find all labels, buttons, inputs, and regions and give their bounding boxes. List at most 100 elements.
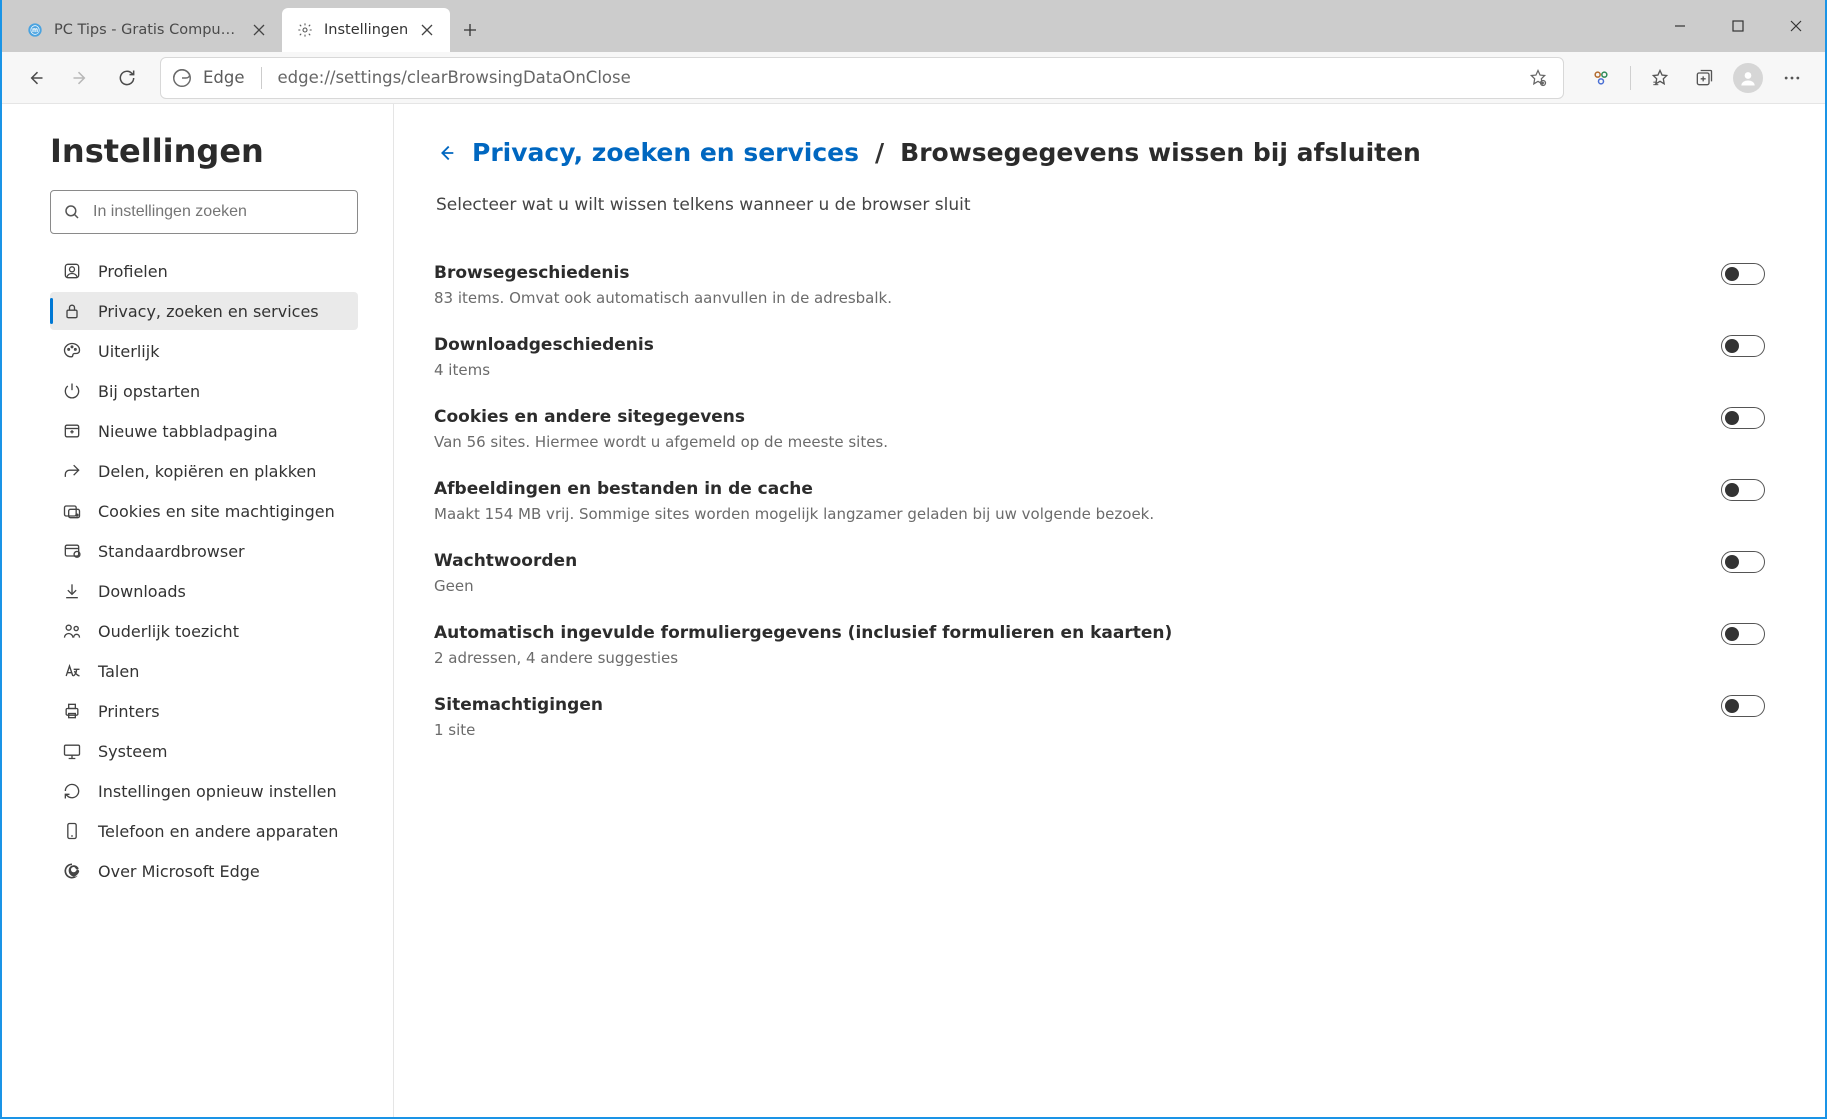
- nav-label: Privacy, zoeken en services: [98, 302, 319, 321]
- nav-label: Printers: [98, 702, 160, 721]
- refresh-button[interactable]: [106, 57, 148, 99]
- nav-label: Standaardbrowser: [98, 542, 245, 561]
- new-tab-button[interactable]: [450, 8, 490, 52]
- nav-family[interactable]: Ouderlijk toezicht: [50, 612, 358, 650]
- nav-profiles[interactable]: Profielen: [50, 252, 358, 290]
- window-controls: [1651, 0, 1825, 52]
- nav-label: Cookies en site machtigingen: [98, 502, 335, 521]
- favorites-button[interactable]: [1639, 57, 1681, 99]
- nav-phone[interactable]: Telefoon en andere apparaten: [50, 812, 358, 850]
- nav-label: Systeem: [98, 742, 168, 761]
- nav-privacy[interactable]: Privacy, zoeken en services: [50, 292, 358, 330]
- reset-icon: [62, 781, 82, 801]
- setting-description: Maakt 154 MB vrij. Sommige sites worden …: [434, 505, 1681, 523]
- settings-sidebar: Instellingen Profielen Privacy, zoeken e…: [2, 104, 394, 1117]
- nav-label: Profielen: [98, 262, 168, 281]
- profile-icon: [62, 261, 82, 281]
- setting-title: Downloadgeschiedenis: [434, 335, 1681, 355]
- forward-button[interactable]: [60, 57, 102, 99]
- nav-cookies[interactable]: Cookies en site machtigingen: [50, 492, 358, 530]
- nav-languages[interactable]: Talen: [50, 652, 358, 690]
- toolbar: Edge edge://settings/clearBrowsingDataOn…: [2, 52, 1825, 104]
- nav-label: Delen, kopiëren en plakken: [98, 462, 316, 481]
- setting-title: Automatisch ingevulde formuliergegevens …: [434, 623, 1681, 643]
- setting-description: 83 items. Omvat ook automatisch aanvulle…: [434, 289, 1681, 307]
- toggle-switch[interactable]: [1721, 407, 1765, 429]
- breadcrumb-link[interactable]: Privacy, zoeken en services: [472, 138, 859, 167]
- nav-printers[interactable]: Printers: [50, 692, 358, 730]
- settings-search[interactable]: [50, 190, 358, 234]
- more-button[interactable]: [1771, 57, 1813, 99]
- breadcrumb-separator: /: [875, 138, 884, 167]
- nav-reset[interactable]: Instellingen opnieuw instellen: [50, 772, 358, 810]
- lock-icon: [62, 301, 82, 321]
- toggle-switch[interactable]: [1721, 551, 1765, 573]
- extension-icon[interactable]: [1580, 57, 1622, 99]
- address-source-label: Edge: [203, 68, 245, 87]
- close-icon[interactable]: [250, 21, 268, 39]
- setting-title: Sitemachtigingen: [434, 695, 1681, 715]
- system-icon: [62, 741, 82, 761]
- content-area: Instellingen Profielen Privacy, zoeken e…: [2, 104, 1825, 1117]
- setting-text: Downloadgeschiedenis4 items: [434, 335, 1681, 379]
- nav-default-browser[interactable]: Standaardbrowser: [50, 532, 358, 570]
- tab-title: PC Tips - Gratis Computer Tips, i: [54, 22, 240, 38]
- nav-label: Ouderlijk toezicht: [98, 622, 239, 641]
- maximize-button[interactable]: [1709, 0, 1767, 52]
- tab-settings[interactable]: Instellingen: [282, 8, 450, 52]
- toggle-switch[interactable]: [1721, 263, 1765, 285]
- page-subtitle: Selecteer wat u wilt wissen telkens wann…: [436, 195, 1765, 215]
- close-icon[interactable]: [418, 21, 436, 39]
- svg-text:ⓜ: ⓜ: [30, 24, 40, 36]
- nav-newtab[interactable]: Nieuwe tabbladpagina: [50, 412, 358, 450]
- breadcrumb-back-button[interactable]: [434, 141, 458, 165]
- tab-strip: ⓜ PC Tips - Gratis Computer Tips, i Inst…: [2, 0, 1651, 52]
- setting-row: Automatisch ingevulde formuliergegevens …: [434, 609, 1765, 681]
- power-icon: [62, 381, 82, 401]
- toggle-switch[interactable]: [1721, 479, 1765, 501]
- nav-label: Bij opstarten: [98, 382, 200, 401]
- setting-text: Sitemachtigingen1 site: [434, 695, 1681, 739]
- gear-icon: [296, 21, 314, 39]
- newtab-icon: [62, 421, 82, 441]
- download-icon: [62, 581, 82, 601]
- browser-window: ⓜ PC Tips - Gratis Computer Tips, i Inst…: [0, 0, 1827, 1119]
- nav-label: Downloads: [98, 582, 186, 601]
- toggle-switch[interactable]: [1721, 335, 1765, 357]
- setting-text: Automatisch ingevulde formuliergegevens …: [434, 623, 1681, 667]
- sidebar-heading: Instellingen: [50, 132, 377, 170]
- language-icon: [62, 661, 82, 681]
- toggle-switch[interactable]: [1721, 695, 1765, 717]
- address-url: edge://settings/clearBrowsingDataOnClose: [278, 68, 1513, 87]
- setting-row: Browsegeschiedenis83 items. Omvat ook au…: [434, 249, 1765, 321]
- back-button[interactable]: [14, 57, 56, 99]
- edge-icon: [171, 67, 193, 89]
- cookies-icon: [62, 501, 82, 521]
- page-title: Browsegegevens wissen bij afsluiten: [900, 138, 1421, 167]
- favorite-star-icon[interactable]: [1523, 63, 1553, 93]
- nav-startup[interactable]: Bij opstarten: [50, 372, 358, 410]
- site-icon: ⓜ: [26, 21, 44, 39]
- collections-button[interactable]: [1683, 57, 1725, 99]
- search-icon: [63, 203, 81, 221]
- avatar: [1733, 63, 1763, 93]
- setting-text: WachtwoordenGeen: [434, 551, 1681, 595]
- nav-appearance[interactable]: Uiterlijk: [50, 332, 358, 370]
- nav-downloads[interactable]: Downloads: [50, 572, 358, 610]
- nav-list: Profielen Privacy, zoeken en services Ui…: [50, 252, 377, 890]
- search-input[interactable]: [93, 203, 345, 221]
- toggle-switch[interactable]: [1721, 623, 1765, 645]
- nav-about[interactable]: Over Microsoft Edge: [50, 852, 358, 890]
- tab-pctips[interactable]: ⓜ PC Tips - Gratis Computer Tips, i: [12, 8, 282, 52]
- setting-text: Browsegeschiedenis83 items. Omvat ook au…: [434, 263, 1681, 307]
- nav-share[interactable]: Delen, kopiëren en plakken: [50, 452, 358, 490]
- phone-icon: [62, 821, 82, 841]
- window-close-button[interactable]: [1767, 0, 1825, 52]
- nav-system[interactable]: Systeem: [50, 732, 358, 770]
- breadcrumb: Privacy, zoeken en services / Browsegege…: [434, 138, 1765, 167]
- address-bar[interactable]: Edge edge://settings/clearBrowsingDataOn…: [160, 57, 1564, 99]
- setting-title: Afbeeldingen en bestanden in de cache: [434, 479, 1681, 499]
- minimize-button[interactable]: [1651, 0, 1709, 52]
- profile-button[interactable]: [1727, 57, 1769, 99]
- setting-text: Cookies en andere sitegegevensVan 56 sit…: [434, 407, 1681, 451]
